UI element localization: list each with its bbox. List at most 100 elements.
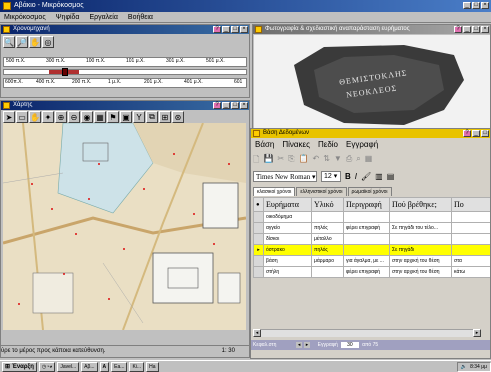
zoom-in-icon[interactable]: ⊕ [55, 111, 67, 123]
taskbar-item-java[interactable]: Javel... [57, 361, 80, 372]
menu-microcosm[interactable]: Μικρόκοσμος [4, 12, 46, 22]
tab-roman[interactable]: ρωμαϊκοί χρόνοι [347, 187, 392, 196]
scroll-right-icon[interactable]: ▸ [473, 329, 481, 337]
cut-icon[interactable]: ✂ [277, 154, 284, 168]
find-marker[interactable] [51, 208, 53, 210]
font-size-select[interactable]: 12 ▾ [321, 171, 341, 182]
undo-icon[interactable]: ↶ [312, 154, 319, 168]
find-marker[interactable] [123, 248, 125, 250]
find-icon[interactable]: ⌕ [356, 154, 360, 168]
find-marker[interactable] [88, 198, 90, 200]
help-button[interactable]: ? [213, 102, 221, 109]
copy-icon[interactable]: ⎘ [288, 154, 294, 168]
image-icon[interactable]: ▣ [120, 111, 132, 123]
table-row[interactable]: βάση μάρμαρο για άγαλμα, με ... στην αρχ… [253, 255, 490, 267]
bottom-time-ruler[interactable]: 600π.Χ. 400 π.Χ. 200 π.Χ. 1 μ.Χ. 201 μ.Χ… [3, 78, 247, 88]
record-number-field[interactable]: 30 [341, 342, 359, 348]
find-marker[interactable] [75, 233, 77, 235]
text-color-icon[interactable]: 🖌 [361, 172, 371, 181]
help-button[interactable]: ? [463, 130, 471, 137]
taskbar-item-ha[interactable]: Ha [146, 361, 159, 372]
save-icon[interactable]: 💾 [263, 154, 273, 168]
maximize-button[interactable]: □ [231, 26, 239, 33]
filter-icon[interactable]: ▼ [334, 154, 342, 168]
paste-icon[interactable]: 📋 [299, 154, 309, 168]
new-icon[interactable]: 🗋 [253, 154, 259, 168]
grid-icon[interactable]: ▦ [94, 111, 106, 123]
time-slider-track[interactable] [3, 68, 247, 76]
minimize-button[interactable]: _ [222, 102, 230, 109]
find-marker[interactable] [31, 183, 33, 185]
zoom-out-icon[interactable]: 🔎 [16, 36, 28, 48]
help-button[interactable]: ? [454, 26, 462, 33]
column-findings[interactable]: Ευρήματα [263, 197, 312, 212]
layers-icon[interactable]: ⧉ [146, 111, 158, 123]
time-slider-thumb[interactable] [62, 68, 68, 76]
tab-hellenistic[interactable]: ελληνιστικοί χρόνοι [296, 187, 347, 196]
find-marker[interactable] [98, 163, 100, 165]
close-button[interactable]: × [481, 26, 489, 33]
find-marker[interactable] [193, 213, 195, 215]
column-description[interactable]: Περιγραφή [343, 197, 390, 212]
find-marker[interactable] [108, 298, 110, 300]
sort-icon[interactable]: ⇅ [323, 154, 330, 168]
taskbar-item-ea[interactable]: Ea... [111, 361, 128, 372]
top-time-ruler[interactable]: 500 π.Χ. 300 π.Χ. 100 π.Χ. 101 μ.Χ. 301 … [3, 57, 247, 67]
volume-icon[interactable]: 🔊 [461, 363, 467, 371]
select-rect-icon[interactable]: ▭ [16, 111, 28, 123]
close-button[interactable]: × [481, 2, 489, 9]
table-row[interactable]: δίσκοι μέταλλο [253, 233, 490, 245]
maximize-button[interactable]: □ [231, 102, 239, 109]
target-icon[interactable]: ◎ [42, 36, 54, 48]
star-icon[interactable]: ✦ [42, 111, 54, 123]
target-icon[interactable]: ⊛ [172, 111, 184, 123]
minimize-button[interactable]: _ [463, 2, 471, 9]
column-more[interactable]: Πο [451, 197, 490, 212]
crosshair-icon[interactable]: ⊞ [159, 111, 171, 123]
filter-icon[interactable]: Y [133, 111, 145, 123]
db-menu-tables[interactable]: Πίνακες [282, 140, 310, 149]
hand-icon[interactable]: ✋ [29, 111, 41, 123]
next-record-button[interactable]: ▸ [303, 342, 311, 348]
help-button[interactable]: ? [213, 26, 221, 33]
db-menu-base[interactable]: Βάση [255, 140, 274, 149]
fill-color-icon[interactable]: ▥ [375, 172, 383, 181]
find-marker[interactable] [213, 243, 215, 245]
taskbar-item-a[interactable]: A [99, 361, 110, 372]
minimize-button[interactable]: _ [222, 26, 230, 33]
border-icon[interactable]: ▤ [387, 172, 395, 181]
taskbar-item-abakio[interactable]: Αβ... [81, 361, 98, 372]
italic-icon[interactable]: I [355, 172, 357, 181]
tab-classical[interactable]: κλασικοί χρόνοι [253, 187, 296, 196]
zoom-out-icon[interactable]: ⊖ [68, 111, 80, 123]
find-marker[interactable] [63, 273, 65, 275]
column-material[interactable]: Υλικό [311, 197, 344, 212]
pointer-icon[interactable]: ➤ [3, 111, 15, 123]
find-marker[interactable] [18, 303, 20, 305]
start-button[interactable]: ⊞ Έναρξη [2, 361, 37, 372]
table-row[interactable]: αγγείο πηλός φέρει επιγραφή Σε πηγάδι το… [253, 222, 490, 234]
maximize-button[interactable]: □ [481, 130, 489, 137]
font-family-select[interactable]: Times New Roman ▾ [253, 171, 317, 182]
taskbar-item-ki[interactable]: Ki... [129, 361, 145, 372]
find-marker[interactable] [228, 163, 230, 165]
print-icon[interactable]: ⎙ [346, 154, 352, 168]
table-horizontal-scrollbar[interactable]: ◂ ▸ [253, 329, 481, 337]
table-row[interactable]: στήλη φέρει επιγραφή στην αρχική του θέσ… [253, 266, 490, 278]
quick-launch-icon[interactable]: ◷◔◕ [38, 361, 56, 372]
maximize-button[interactable]: □ [472, 26, 480, 33]
close-button[interactable]: × [240, 102, 248, 109]
db-menu-field[interactable]: Πεδίο [318, 140, 338, 149]
find-marker[interactable] [143, 188, 145, 190]
find-marker[interactable] [173, 153, 175, 155]
menu-tools[interactable]: Εργαλεία [89, 12, 117, 22]
minimize-button[interactable]: _ [463, 26, 471, 33]
menu-help[interactable]: Βοήθεια [128, 12, 153, 22]
hand-icon[interactable]: ✋ [29, 36, 41, 48]
zoom-in-icon[interactable]: 🔍 [3, 36, 15, 48]
maximize-button[interactable]: □ [472, 2, 480, 9]
table-row-selected[interactable]: ▸ όστρακο πηλός Σε πηγάδι [253, 244, 490, 256]
close-button[interactable]: × [240, 26, 248, 33]
marker-icon[interactable]: ⚑ [107, 111, 119, 123]
bold-icon[interactable]: B [345, 172, 351, 181]
